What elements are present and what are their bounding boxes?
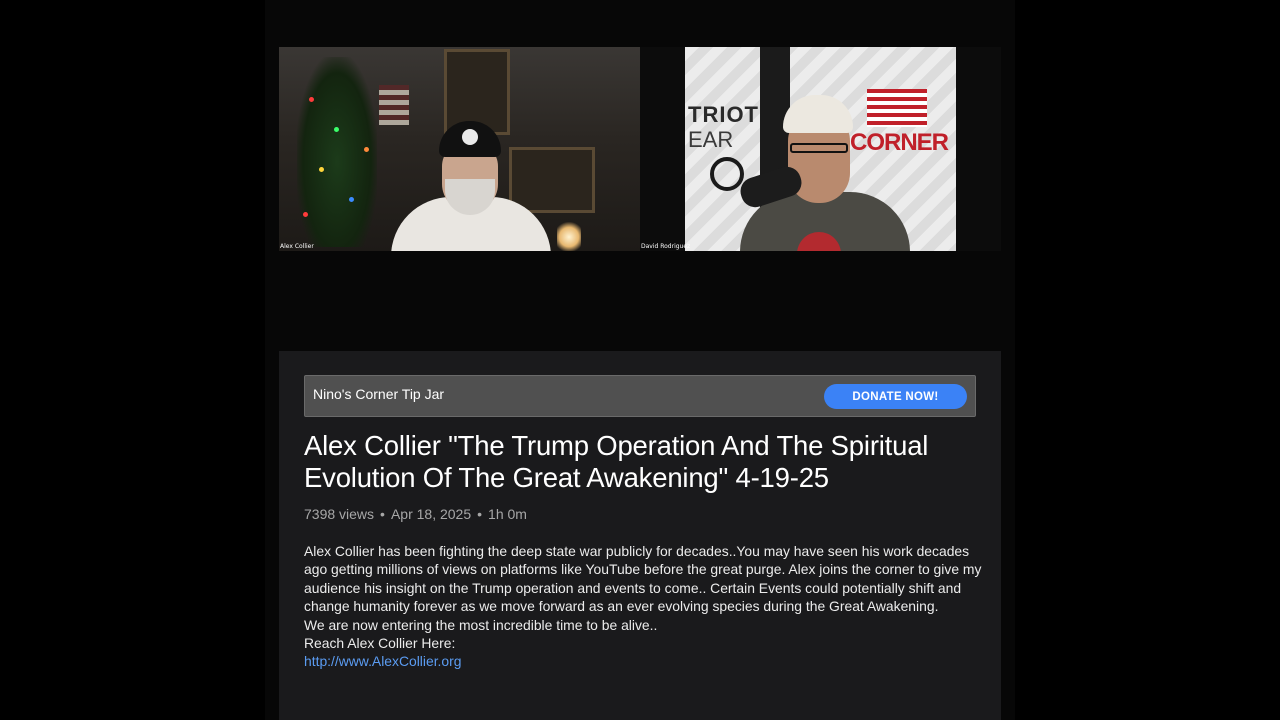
corner-logo-stripes bbox=[867, 89, 927, 127]
description-line: Reach Alex Collier Here: bbox=[304, 635, 456, 652]
cap-emblem-icon bbox=[462, 129, 478, 145]
tree-light bbox=[349, 197, 354, 202]
tree-light bbox=[334, 127, 339, 132]
wall-flag bbox=[379, 85, 409, 125]
participant-name-left: Alex Collier bbox=[280, 243, 314, 250]
backdrop-text: TRIOT bbox=[688, 102, 759, 127]
corner-logo-text: CORNER bbox=[850, 129, 949, 156]
meta-separator: • bbox=[477, 506, 483, 522]
alex-collier-link[interactable]: http://www.AlexCollier.org bbox=[304, 653, 462, 669]
meta-separator: • bbox=[380, 506, 385, 522]
participant-name-right: David Rodriguez bbox=[641, 243, 691, 250]
video-title: Alex Collier "The Trump Operation And Th… bbox=[304, 430, 929, 493]
backdrop-text: EAR bbox=[688, 127, 734, 152]
host-glasses bbox=[790, 143, 848, 153]
video-duration: 1h 0m bbox=[488, 506, 527, 522]
tree-light bbox=[309, 97, 314, 102]
tip-jar-label: Nino's Corner Tip Jar bbox=[313, 386, 445, 402]
tree-light bbox=[319, 167, 324, 172]
donate-button[interactable]: DONATE NOW! bbox=[824, 384, 967, 409]
tree-light bbox=[364, 147, 369, 152]
video-description: Alex Collier has been fighting the deep … bbox=[304, 542, 984, 671]
mic-arm bbox=[710, 157, 744, 191]
tree-light bbox=[303, 212, 308, 217]
view-count: 7398 views bbox=[304, 506, 375, 522]
wall-picture bbox=[509, 147, 595, 213]
tip-jar-bar: Nino's Corner Tip Jar DONATE NOW! bbox=[304, 375, 976, 417]
participant-video-left: Alex Collier bbox=[279, 47, 640, 251]
upload-date: Apr 18, 2025 bbox=[390, 506, 472, 522]
description-line: We are now entering the most incredible … bbox=[304, 616, 658, 633]
video-player[interactable]: Alex Collier TRIOT EAR CORNER David Rodr… bbox=[279, 47, 1001, 251]
participant-video-right: TRIOT EAR CORNER David Rodriguez bbox=[640, 47, 1001, 251]
description-paragraph: Alex Collier has been fighting the deep … bbox=[304, 543, 982, 615]
christmas-tree bbox=[297, 57, 377, 247]
salt-lamp bbox=[557, 222, 581, 251]
video-meta: 7398 views • Apr 18, 2025 • 1h 0m bbox=[304, 506, 527, 522]
